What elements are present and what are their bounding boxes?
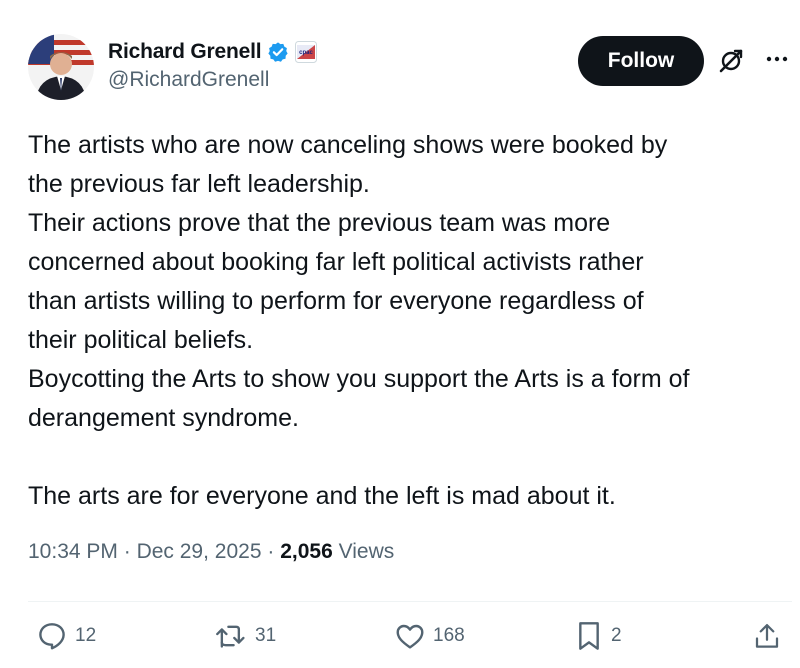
tweet-line: the previous far left leadership. [28,170,370,198]
meta-separator: · [267,540,275,563]
more-options-icon[interactable] [764,46,790,78]
reply-icon [39,623,65,650]
bookmark-icon [579,622,599,650]
reply-count: 12 [75,625,97,646]
author-handle[interactable]: @RichardGrenell [108,68,317,92]
affiliate-badge-icon[interactable]: cpac [295,41,318,63]
tweet-text: The artists who are now canceling shows … [28,126,796,516]
grok-icon[interactable] [718,48,744,79]
tweet-line: Their actions prove that the previous te… [28,209,611,237]
like-button[interactable]: 168 [394,620,465,652]
views-count: 2,056 [280,540,333,563]
tweet-line: than artists willing to perform for ever… [28,287,644,315]
author-info: Richard Grenell cpac @RichardGrenell [108,38,318,92]
tweet-header: Richard Grenell cpac @RichardGrenell Fol… [28,34,788,100]
tweet-line: derangement syndrome. [28,404,299,432]
bookmark-count: 2 [611,625,622,646]
tweet-line: Boycotting the Arts to show you support … [28,365,690,393]
author-display-name[interactable]: Richard Grenell [108,40,262,64]
svg-text:cpac: cpac [300,50,314,56]
share-button[interactable] [752,620,782,652]
repost-icon [216,625,245,648]
follow-button[interactable]: Follow [578,36,704,86]
author-name-row: Richard Grenell cpac [108,38,318,66]
repost-count: 31 [255,625,277,646]
author-avatar[interactable] [28,34,94,100]
meta-separator: · [123,540,131,563]
tweet-line: concerned about booking far left politic… [28,248,644,276]
tweet-date[interactable]: Dec 29, 2025 [137,540,262,563]
like-count: 168 [433,625,465,646]
tweet-meta: 10:34 PM · Dec 29, 2025 · 2,056 Views [28,540,394,564]
tweet-line: The artists who are now canceling shows … [28,131,668,159]
views-label: Views [338,540,395,563]
tweet-actions: 12 31 168 2 [0,618,800,658]
heart-icon [396,624,424,649]
tweet-time[interactable]: 10:34 PM [28,540,118,563]
bookmark-button[interactable]: 2 [574,620,622,652]
divider [28,601,792,602]
tweet-line: their political beliefs. [28,326,254,354]
share-icon [755,624,779,648]
tweet-closing-line: The arts are for everyone and the left i… [28,482,616,510]
verified-badge-icon[interactable] [267,41,289,63]
reply-button[interactable]: 12 [36,620,96,652]
repost-button[interactable]: 31 [214,620,276,652]
